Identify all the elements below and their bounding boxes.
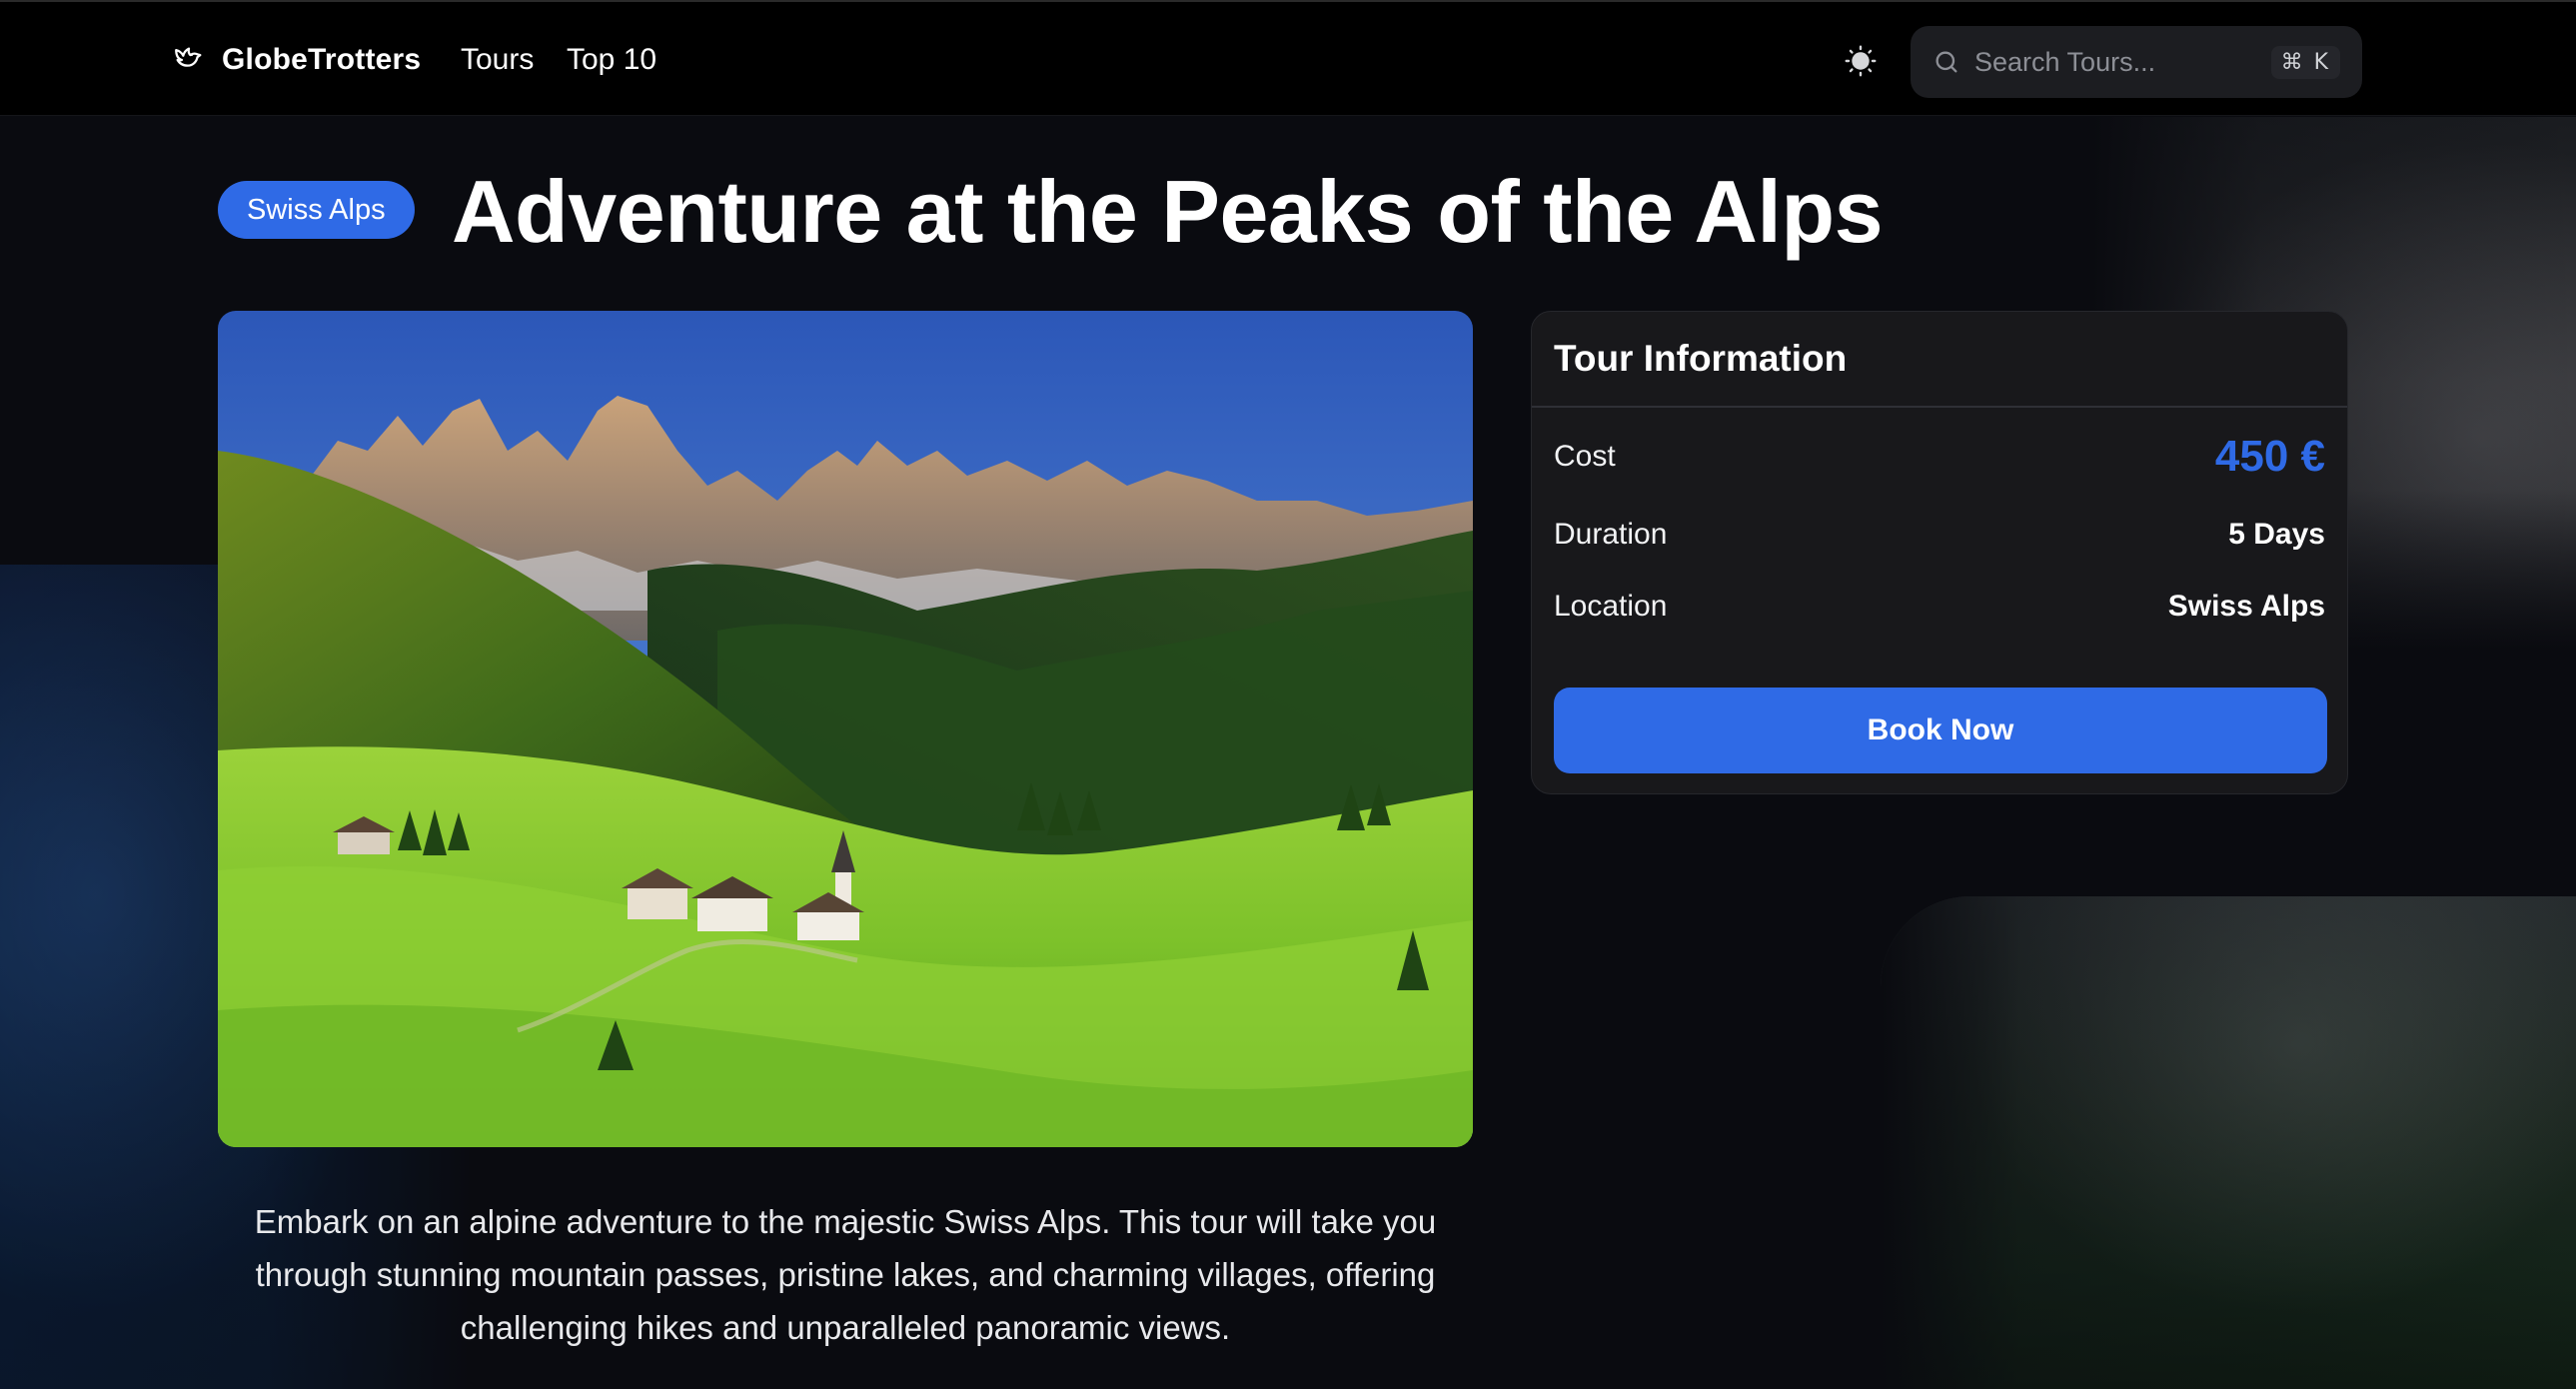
- location-label: Location: [1554, 590, 1668, 623]
- sun-icon: [1845, 45, 1877, 77]
- theme-toggle-button[interactable]: [1842, 42, 1880, 80]
- duration-label: Duration: [1554, 518, 1668, 551]
- book-now-button[interactable]: Book Now: [1554, 688, 2327, 773]
- search-input[interactable]: Search Tours...: [1974, 47, 2271, 78]
- card-title: Tour Information: [1554, 338, 1848, 379]
- card-divider: [1532, 406, 2347, 408]
- page-title: Adventure at the Peaks of the Alps: [452, 162, 1884, 261]
- brand-name: GlobeTrotters: [222, 43, 422, 76]
- alpine-valley-illustration: [218, 311, 1473, 1147]
- cost-label: Cost: [1554, 440, 1616, 473]
- location-value: Swiss Alps: [2167, 590, 2325, 623]
- nav-link-tours[interactable]: Tours: [461, 40, 534, 80]
- search-shortcut-hint: ⌘ K: [2270, 45, 2340, 79]
- tour-information-card: Tour Information Cost 450 € Duration 5 D…: [1531, 311, 2348, 794]
- location-badge[interactable]: Swiss Alps: [218, 181, 415, 239]
- duration-value: 5 Days: [2228, 518, 2325, 551]
- nav-link-top-10[interactable]: Top 10: [567, 40, 656, 80]
- search-icon: [1935, 51, 1957, 73]
- top-navbar: GlobeTrotters Tours Top 10 Search Tours.…: [0, 0, 2576, 116]
- cost-value: 450 €: [2214, 432, 2325, 481]
- dove-icon: [175, 47, 202, 67]
- search-bar[interactable]: Search Tours... ⌘ K: [1911, 26, 2362, 98]
- tour-description: Embark on an alpine adventure to the maj…: [254, 1203, 1437, 1346]
- brand-link[interactable]: GlobeTrotters: [172, 36, 421, 84]
- background-river-forest-image: [1881, 896, 2576, 1389]
- tour-hero-image: [218, 311, 1473, 1147]
